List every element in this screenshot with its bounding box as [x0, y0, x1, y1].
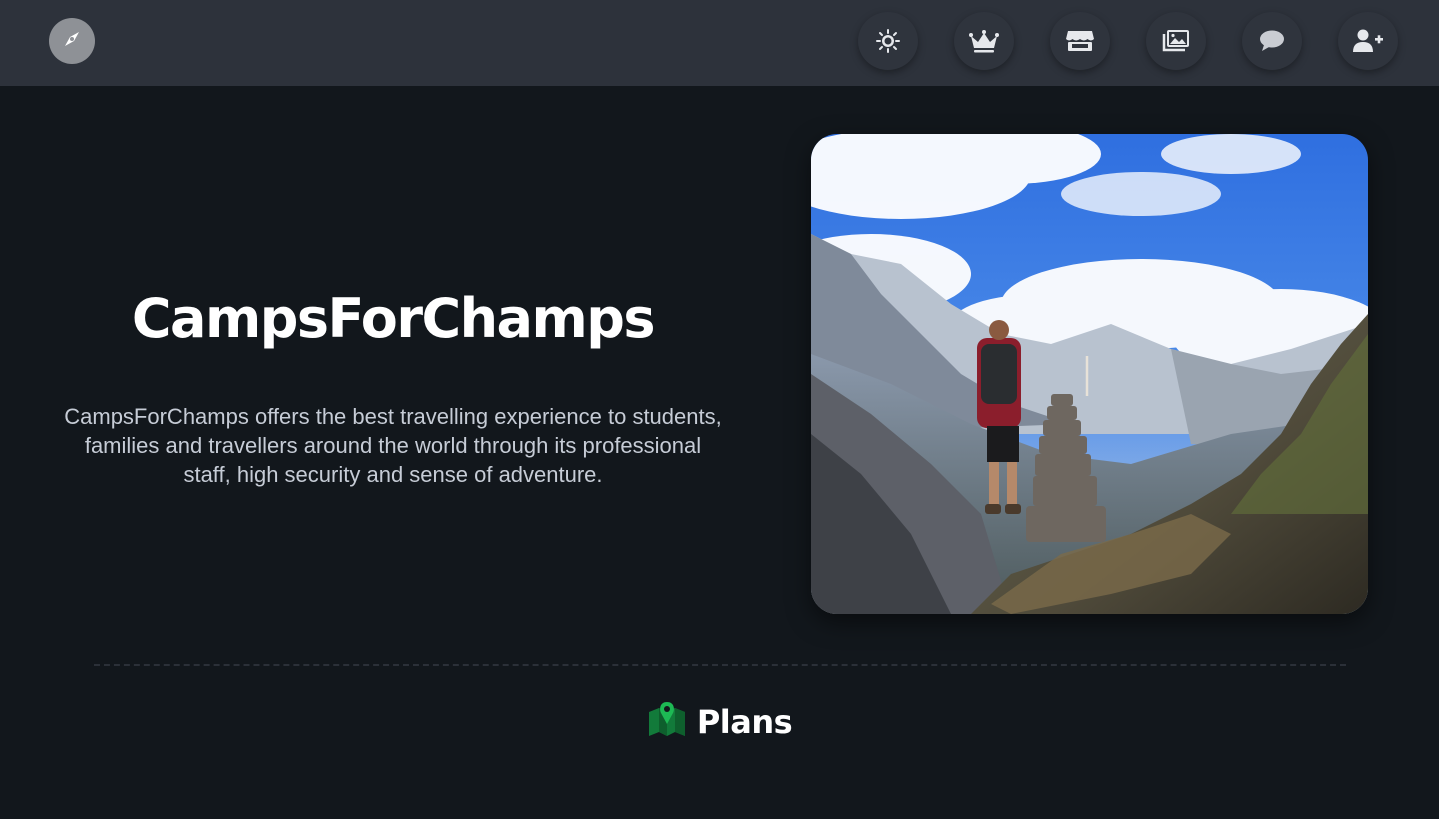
hero-title: CampsForChamps [131, 287, 656, 350]
sun-icon [875, 28, 901, 54]
premium-button[interactable] [954, 12, 1014, 70]
images-icon [1161, 28, 1191, 54]
chat-button[interactable] [1242, 12, 1302, 70]
plans-heading: Plans [0, 700, 1439, 744]
gallery-button[interactable] [1146, 12, 1206, 70]
store-button[interactable] [1050, 12, 1110, 70]
comment-icon [1258, 28, 1286, 54]
store-icon [1065, 28, 1095, 54]
top-navbar [0, 0, 1439, 86]
section-divider [94, 664, 1346, 666]
hiker-mountain-photo [811, 134, 1368, 614]
user-plus-icon [1352, 28, 1384, 54]
hero-image [811, 134, 1368, 614]
crown-icon [968, 28, 1000, 54]
map-marker-icon [647, 702, 687, 742]
nav-actions [0, 12, 1439, 72]
plans-heading-label: Plans [696, 703, 793, 741]
sign-up-button[interactable] [1338, 12, 1398, 70]
theme-toggle-button[interactable] [858, 12, 918, 70]
hero-description: CampsForChamps offers the best travellin… [64, 404, 722, 487]
